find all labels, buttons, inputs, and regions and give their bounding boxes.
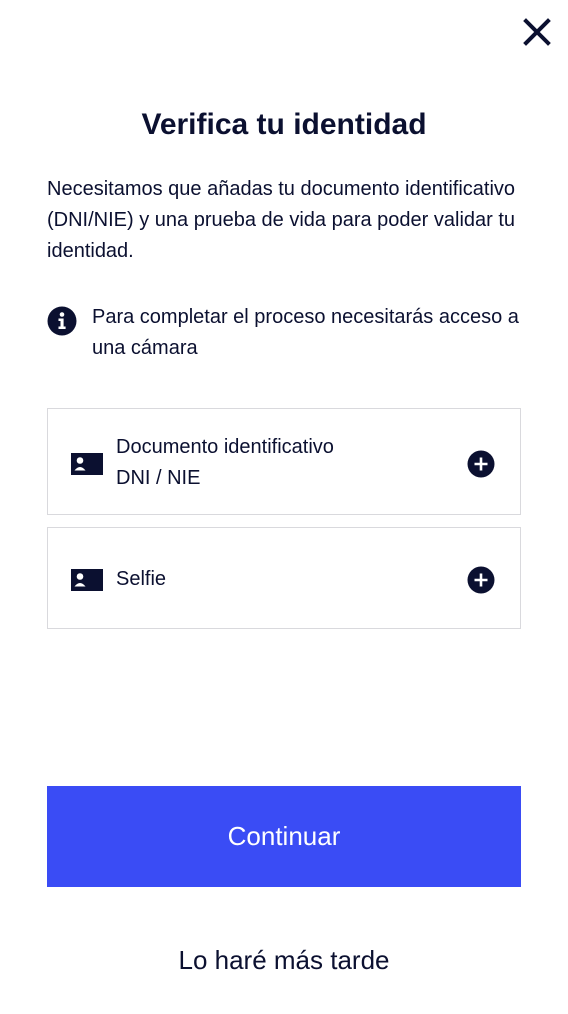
document-card-title: Documento identificativo — [116, 436, 334, 458]
continue-button[interactable]: Continuar — [47, 786, 521, 887]
document-card-label: Documento identificativo DNI / NIE — [116, 432, 334, 494]
close-icon — [523, 18, 551, 46]
info-text: Para completar el proceso necesitarás ac… — [92, 306, 519, 359]
id-card-icon — [71, 453, 103, 475]
plus-circle-icon[interactable] — [467, 566, 495, 594]
info-icon — [47, 306, 77, 336]
plus-circle-icon[interactable] — [467, 450, 495, 478]
intro-text: Necesitamos que añadas tu documento iden… — [47, 178, 516, 262]
id-card-icon — [71, 569, 103, 591]
document-card[interactable]: Documento identificativo DNI / NIE — [47, 408, 521, 515]
page-title: Verifica tu identidad — [141, 108, 427, 141]
selfie-card-label: Selfie — [116, 568, 167, 590]
selfie-card[interactable]: Selfie — [47, 527, 521, 629]
document-card-subtitle: DNI / NIE — [116, 467, 201, 489]
later-link[interactable]: Lo haré más tarde — [0, 945, 568, 976]
close-button[interactable] — [517, 12, 557, 52]
